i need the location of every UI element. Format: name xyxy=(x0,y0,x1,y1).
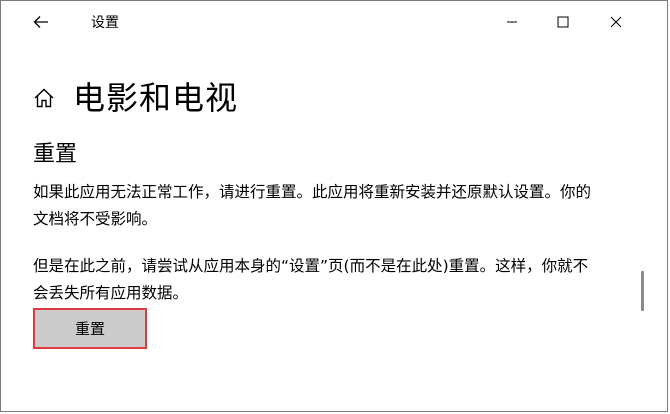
title-bar: 设置 xyxy=(1,1,667,43)
reset-button[interactable]: 重置 xyxy=(33,308,147,349)
home-icon xyxy=(34,88,54,108)
reset-advice: 但是在此之前，请尝试从应用本身的“设置”页(而不是在此处)重置。这样，你就不会丢… xyxy=(33,257,589,302)
page-title: 电影和电视 xyxy=(73,79,239,117)
settings-window: 设置 电影和电视 重置 如果此应用无法正常工作，请进行重置。此应用将重新安装并还… xyxy=(0,0,668,412)
back-button[interactable] xyxy=(23,9,59,35)
home-button[interactable] xyxy=(31,85,57,111)
section-title: 重置 xyxy=(33,142,78,167)
close-icon xyxy=(610,16,622,28)
scrollbar-thumb[interactable] xyxy=(641,271,644,311)
minimize-icon xyxy=(507,21,517,23)
close-button[interactable] xyxy=(593,1,639,43)
reset-description: 如果此应用无法正常工作，请进行重置。此应用将重新安装并还原默认设置。你的文档将不… xyxy=(33,183,592,228)
window-title: 设置 xyxy=(91,15,119,31)
back-arrow-icon xyxy=(33,16,48,28)
maximize-button[interactable] xyxy=(540,1,586,43)
minimize-button[interactable] xyxy=(489,1,535,43)
page-header: 电影和电视 xyxy=(31,76,238,120)
maximize-icon xyxy=(557,16,569,28)
